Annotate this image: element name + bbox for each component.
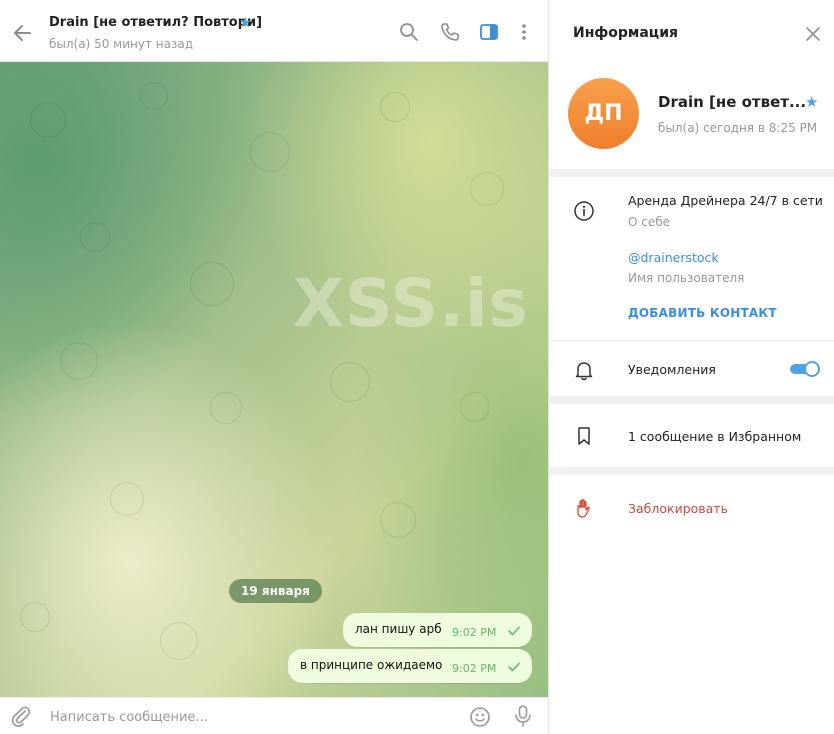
wallpaper-doodle — [30, 102, 66, 138]
wallpaper-watermark: XSS.is — [293, 265, 529, 342]
bell-icon — [575, 362, 593, 380]
date-separator: 19 января — [229, 579, 322, 603]
chat-header: Drain [не ответил? Повтори] ★ был(а) 50 … — [0, 0, 548, 62]
chat-pane: Drain [не ответил? Повтори] ★ был(а) 50 … — [0, 0, 548, 734]
username-label: Имя пользователя — [628, 271, 745, 285]
chat-title[interactable]: Drain [не ответил? Повтори] — [49, 15, 262, 30]
wallpaper-doodle — [250, 132, 290, 172]
divider — [549, 340, 834, 341]
wallpaper-doodle — [60, 342, 98, 380]
profile-name: Drain [не ответ... — [658, 93, 807, 111]
bookmark-icon — [578, 427, 590, 445]
read-check-icon — [508, 662, 520, 672]
verified-star-icon: ★ — [239, 15, 252, 31]
notifications-label: Уведомления — [628, 362, 716, 377]
close-icon[interactable] — [805, 26, 821, 42]
wallpaper-doodle — [380, 92, 410, 122]
wallpaper-doodle — [190, 262, 234, 306]
message-text: в принципе ожидаемо — [300, 658, 443, 672]
section-separator — [549, 169, 834, 177]
back-arrow-icon[interactable] — [10, 20, 36, 46]
wallpaper-doodle — [110, 482, 144, 516]
message-time: 9:02 PM — [452, 662, 497, 675]
message-text: лан пишу арб — [355, 622, 442, 636]
search-icon[interactable] — [399, 22, 419, 42]
message-input[interactable] — [50, 706, 450, 728]
microphone-icon[interactable] — [512, 704, 534, 728]
emoji-icon[interactable] — [469, 706, 491, 728]
wallpaper-doodle — [330, 362, 370, 402]
wallpaper-doodle — [80, 222, 110, 252]
verified-star-icon: ★ — [805, 93, 819, 111]
message-composer — [0, 697, 548, 734]
wallpaper-doodle — [470, 172, 504, 206]
info-icon — [574, 201, 594, 221]
message-time: 9:02 PM — [452, 626, 497, 639]
add-contact-button[interactable]: ДОБАВИТЬ КОНТАКТ — [628, 306, 777, 320]
saved-messages-row[interactable]: 1 сообщение в Избранном — [628, 429, 801, 444]
wallpaper-doodle — [210, 392, 242, 424]
section-separator — [549, 467, 834, 475]
chat-wallpaper: XSS.is 19 января лан пишу арб 9:02 PM в … — [0, 62, 548, 697]
info-panel: Информация ДП Drain [не ответ... ★ был(а… — [548, 0, 834, 734]
sidebar-toggle-icon[interactable] — [479, 22, 499, 42]
username-link[interactable]: @drainerstock — [628, 250, 719, 265]
notifications-toggle[interactable] — [790, 361, 820, 377]
profile-status: был(а) сегодня в 8:25 PM — [658, 121, 818, 135]
wallpaper-doodle — [20, 602, 50, 632]
info-panel-title: Информация — [573, 25, 678, 41]
chat-status: был(а) 50 минут назад — [49, 37, 193, 51]
wallpaper-doodle — [140, 82, 168, 110]
paperclip-icon[interactable] — [10, 705, 32, 727]
phone-icon[interactable] — [440, 22, 460, 42]
bio-text: Аренда Дрейнера 24/7 в сети — [628, 193, 823, 208]
toggle-knob — [804, 361, 820, 377]
block-user-button[interactable]: Заблокировать — [628, 501, 728, 516]
bio-label: О себе — [628, 215, 671, 229]
wallpaper-doodle — [160, 622, 198, 660]
message-bubble[interactable]: лан пишу арб 9:02 PM — [343, 613, 532, 647]
wallpaper-doodle — [460, 392, 490, 422]
message-bubble[interactable]: в принципе ожидаемо 9:02 PM — [288, 649, 532, 683]
more-vertical-icon[interactable] — [514, 22, 534, 42]
read-check-icon — [508, 626, 520, 636]
section-separator — [549, 396, 834, 404]
avatar[interactable]: ДП — [568, 78, 639, 149]
block-hand-icon — [577, 499, 590, 518]
wallpaper-doodle — [380, 502, 416, 538]
